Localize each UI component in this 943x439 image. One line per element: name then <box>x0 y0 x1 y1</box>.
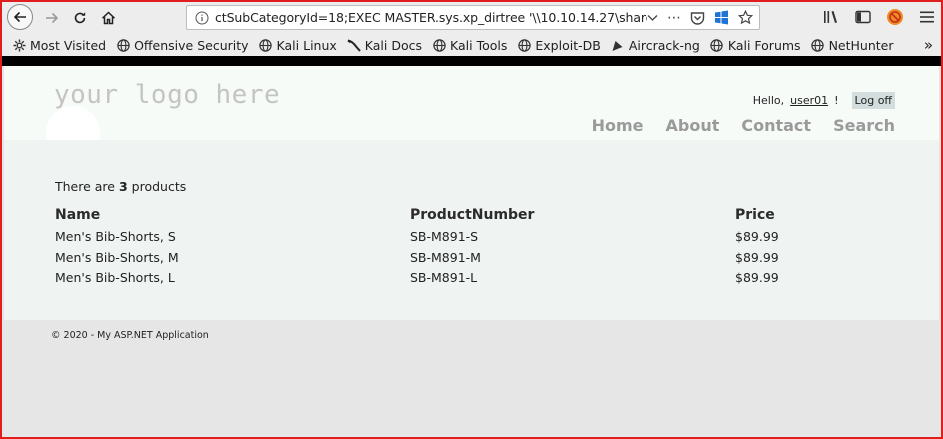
bookmark-label: Kali Docs <box>364 37 423 53</box>
bookmark-label: Kali Forums <box>727 37 801 53</box>
bookmark-label: Aircrack-ng <box>628 37 700 53</box>
browser-toolbar: ctSubCategoryId=18;EXEC MASTER.sys.xp_di… <box>2 2 941 34</box>
bookmarks-overflow-button[interactable]: » <box>924 36 933 54</box>
kali-dragon-icon <box>347 38 361 52</box>
bookmark-most-visited[interactable]: Most Visited <box>12 38 106 53</box>
bookmark-kali-linux[interactable]: Kali Linux <box>259 38 337 53</box>
back-arrow-icon <box>13 11 26 23</box>
bookmark-label: Most Visited <box>30 37 107 53</box>
page-actions-icon[interactable]: ⋯ <box>667 10 681 26</box>
row-1-price: $89.99 <box>735 229 779 244</box>
greeting-text: Hello, <box>752 94 785 107</box>
windows-extension-icon[interactable] <box>714 10 729 25</box>
row-1-number: SB-M891-S <box>410 229 479 244</box>
page-top-bar <box>2 56 941 66</box>
row-2-number: SB-M891-M <box>410 250 481 265</box>
product-count: There are 3 products <box>55 179 186 194</box>
row-1-name: Men's Bib-Shorts, S <box>55 229 176 244</box>
menu-item-search[interactable]: Search <box>833 116 895 135</box>
bookmark-star-icon[interactable] <box>738 10 753 25</box>
count-prefix: There are <box>55 179 115 194</box>
bookmarks-toolbar: Most Visited Offensive Security Kali Lin… <box>2 34 941 56</box>
bookmark-label: Kali Linux <box>276 37 337 53</box>
gear-icon <box>12 38 26 52</box>
menu-item-home[interactable]: Home <box>592 116 644 135</box>
library-icon[interactable] <box>821 6 841 28</box>
globe-icon <box>116 38 130 52</box>
bookmark-label: Offensive Security <box>134 37 249 53</box>
url-bar[interactable]: ctSubCategoryId=18;EXEC MASTER.sys.xp_di… <box>186 5 760 30</box>
url-dropdown-icon[interactable] <box>647 14 658 22</box>
row-2-price: $89.99 <box>735 250 779 265</box>
info-icon[interactable] <box>195 11 209 25</box>
column-header-name: Name <box>55 207 101 223</box>
login-partial: Hello, user01 ! Log off <box>753 92 895 109</box>
site-footer: © 2020 - My ASP.NET Application <box>4 320 939 437</box>
site-header: your logo here Hello, user01 ! Log off H… <box>4 66 939 140</box>
column-header-price: Price <box>735 207 775 223</box>
greeting-suffix: ! <box>834 94 839 107</box>
row-3-name: Men's Bib-Shorts, L <box>55 270 175 285</box>
globe-icon <box>432 38 446 52</box>
menu-item-contact[interactable]: Contact <box>741 116 811 135</box>
forward-arrow-icon <box>46 12 59 24</box>
home-icon <box>101 11 115 25</box>
forward-button[interactable] <box>40 6 64 30</box>
sidebar-icon[interactable] <box>853 6 873 28</box>
footer-copyright: © 2020 - My ASP.NET Application <box>51 330 209 341</box>
count-value: 3 <box>118 179 128 194</box>
hamburger-menu-icon[interactable] <box>917 6 937 28</box>
globe-icon <box>517 38 531 52</box>
row-3-price: $89.99 <box>735 270 779 285</box>
bookmark-kali-forums[interactable]: Kali Forums <box>710 38 801 53</box>
globe-icon <box>811 38 825 52</box>
logoff-button[interactable]: Log off <box>851 92 895 109</box>
row-3-number: SB-M891-L <box>410 270 478 285</box>
count-suffix: products <box>131 179 187 194</box>
bookmark-kali-tools[interactable]: Kali Tools <box>432 38 507 53</box>
aircrack-icon <box>611 38 625 52</box>
bookmark-exploit-db[interactable]: Exploit-DB <box>517 37 601 53</box>
bookmark-nethunter[interactable]: NetHunter <box>811 37 894 53</box>
pocket-icon[interactable] <box>690 11 705 25</box>
main-content: There are 3 products Name ProductNumber … <box>4 140 939 320</box>
bookmark-aircrack-ng[interactable]: Aircrack-ng <box>611 38 700 53</box>
url-text[interactable]: ctSubCategoryId=18;EXEC MASTER.sys.xp_di… <box>215 10 647 25</box>
back-button[interactable] <box>7 4 33 30</box>
bookmark-label: NetHunter <box>828 37 894 53</box>
main-menu: Home About Contact Search <box>592 116 895 135</box>
bookmark-kali-docs[interactable]: Kali Docs <box>347 38 422 53</box>
globe-icon <box>259 38 273 52</box>
row-2-name: Men's Bib-Shorts, M <box>55 250 179 265</box>
bookmark-label: Kali Tools <box>450 37 508 53</box>
menu-item-about[interactable]: About <box>665 116 719 135</box>
extension-icon[interactable] <box>885 6 905 28</box>
column-header-product-number: ProductNumber <box>410 207 535 223</box>
username-link[interactable]: user01 <box>790 94 828 107</box>
globe-icon <box>710 38 724 52</box>
bookmark-offensive-security[interactable]: Offensive Security <box>116 37 249 53</box>
site-logo[interactable]: your logo here <box>54 80 280 110</box>
reload-button[interactable] <box>68 6 92 30</box>
reload-icon <box>74 12 86 24</box>
home-button[interactable] <box>96 6 120 30</box>
bookmark-label: Exploit-DB <box>535 37 601 53</box>
